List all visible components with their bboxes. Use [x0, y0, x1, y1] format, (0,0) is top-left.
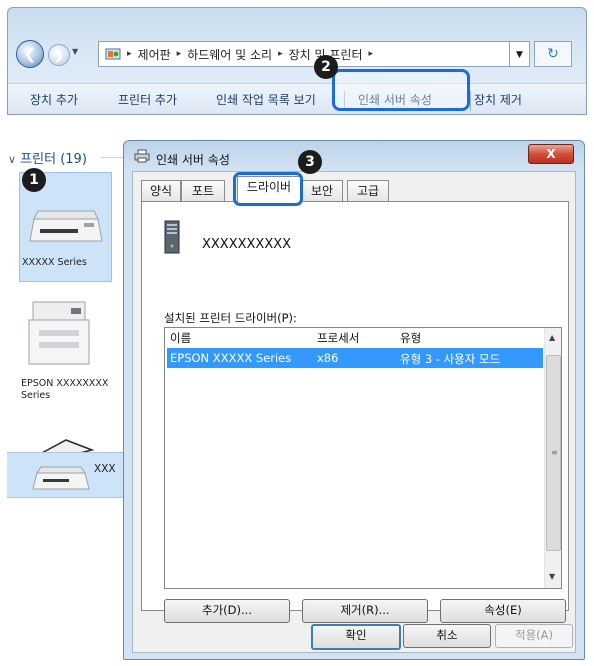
close-button[interactable]: X — [528, 144, 574, 164]
refresh-button[interactable]: ↻ — [534, 41, 572, 67]
scroll-down-icon[interactable]: ▼ — [549, 572, 555, 581]
add-printer-button[interactable]: 프린터 추가 — [118, 84, 177, 114]
grip-icon: ≡ — [551, 448, 558, 457]
printer-small-icon — [134, 149, 150, 163]
see-print-queue-button[interactable]: 인쇄 작업 목록 보기 — [216, 84, 316, 114]
printer-icon — [29, 210, 103, 242]
dialog-body: 양식 포트 드라이버 보안 고급 XXXXXXXXXX 설치된 프린터 드라이버… — [132, 171, 576, 653]
address-bar[interactable]: ▸ 제어판 ▸ 하드웨어 및 소리 ▸ 장치 및 프린터 ▸ — [98, 41, 510, 67]
breadcrumb-separator: ▸ — [176, 49, 182, 59]
device-label: EPSON XXXXXXXX Series — [21, 378, 109, 401]
control-panel-icon — [105, 48, 121, 60]
device-tile-third-printer[interactable]: XXX — [7, 452, 127, 498]
tab-ports[interactable]: 포트 — [181, 180, 225, 202]
callout-badge-3: 3 — [298, 150, 322, 174]
column-header-type[interactable]: 유형 — [400, 330, 421, 346]
print-server-properties-highlight — [332, 69, 470, 111]
address-row: ❮ ❯ ▼ ▸ 제어판 ▸ 하드웨어 및 소리 ▸ 장치 및 프린터 ▸ ▼ ↻ — [16, 36, 586, 76]
server-name: XXXXXXXXXX — [202, 237, 292, 252]
driver-processor-cell: x86 — [317, 351, 339, 365]
callout-badge-2: 2 — [314, 55, 338, 79]
driver-properties-button[interactable]: 속성(E) — [440, 599, 566, 623]
printers-group-header[interactable]: ∨ 프린터 (19) — [8, 148, 87, 167]
scrollbar-thumb[interactable]: ≡ — [546, 355, 561, 551]
column-header-name[interactable]: 이름 — [170, 330, 191, 346]
breadcrumb-separator: ▸ — [127, 49, 132, 59]
printer-icon — [32, 466, 90, 490]
add-device-button[interactable]: 장치 추가 — [30, 84, 78, 114]
driver-name-cell: EPSON XXXXX Series — [170, 351, 292, 365]
toolbar-divider — [470, 91, 471, 111]
breadcrumb-separator: ▸ — [368, 49, 374, 59]
tab-security[interactable]: 보안 — [301, 180, 343, 202]
scroll-up-icon[interactable]: ▲ — [549, 333, 555, 342]
back-button[interactable]: ❮ — [16, 40, 44, 68]
device-label: XXXXX Series — [22, 257, 87, 268]
explorer-window: ❮ ❯ ▼ ▸ 제어판 ▸ 하드웨어 및 소리 ▸ 장치 및 프린터 ▸ ▼ ↻… — [7, 7, 587, 115]
breadcrumb-separator: ▸ — [278, 49, 283, 59]
print-server-properties-dialog: 인쇄 서버 속성 X 양식 포트 드라이버 보안 고급 XXXXXXXXXX 설… — [123, 140, 585, 660]
dialog-title: 인쇄 서버 속성 — [156, 153, 230, 167]
device-tile-epson-printer[interactable]: EPSON XXXXXXXX Series — [19, 292, 112, 422]
multifunction-printer-icon — [28, 301, 90, 365]
breadcrumb-hardware-sound[interactable]: 하드웨어 및 소리 — [187, 46, 272, 63]
vertical-scrollbar[interactable]: ▲ ≡ ▼ — [544, 328, 561, 588]
tab-advanced[interactable]: 고급 — [347, 180, 389, 202]
collapse-chevron-icon: ∨ — [8, 153, 17, 166]
drivers-tab-panel: XXXXXXXXXX 설치된 프린터 드라이버(P): 이름 프로세서 유형 E… — [141, 201, 569, 623]
recent-pages-dropdown[interactable]: ▼ — [72, 47, 78, 56]
breadcrumb-control-panel[interactable]: 제어판 — [138, 46, 171, 63]
column-header-processor[interactable]: 프로세서 — [317, 330, 359, 346]
callout-badge-1: 1 — [22, 168, 46, 192]
installed-drivers-label: 설치된 프린터 드라이버(P): — [164, 311, 297, 325]
drivers-tab-highlight — [233, 172, 303, 206]
cancel-button[interactable]: 취소 — [403, 624, 491, 648]
add-driver-button[interactable]: 추가(D)... — [164, 599, 290, 623]
forward-button[interactable]: ❯ — [48, 44, 70, 66]
remove-driver-button[interactable]: 제거(R)... — [302, 599, 428, 623]
ok-button[interactable]: 확인 — [311, 624, 401, 650]
tab-forms[interactable]: 양식 — [141, 180, 181, 202]
server-icon — [164, 220, 180, 254]
driver-type-cell: 유형 3 - 사용자 모드 — [400, 352, 501, 366]
remove-device-button[interactable]: 장치 제거 — [474, 84, 522, 114]
apply-button[interactable]: 적용(A) — [495, 624, 573, 648]
address-dropdown-button[interactable]: ▼ — [510, 41, 530, 67]
printers-group-label: 프린터 (19) — [20, 152, 87, 167]
device-label: XXX — [94, 463, 116, 475]
installed-drivers-list[interactable]: 이름 프로세서 유형 EPSON XXXXX Series x86 유형 3 -… — [164, 327, 562, 589]
command-toolbar: 장치 추가 프린터 추가 인쇄 작업 목록 보기 인쇄 서버 속성 장치 제거 — [8, 83, 586, 114]
